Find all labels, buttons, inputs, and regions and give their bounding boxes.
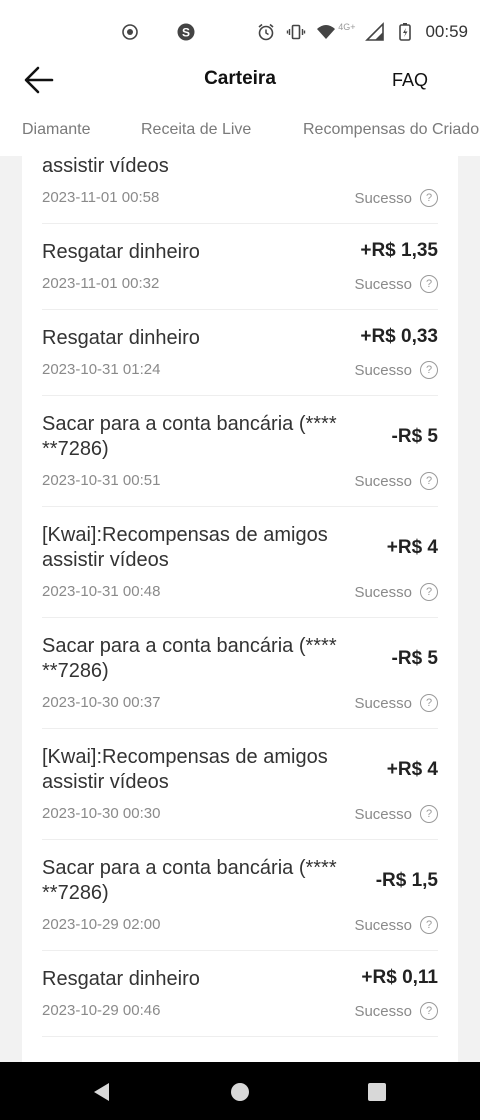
help-icon[interactable]: ?: [420, 1002, 438, 1020]
list-item[interactable]: -R$ 1,5 Sacar para a conta bancária (****…: [42, 840, 438, 951]
faq-link[interactable]: FAQ: [392, 70, 428, 91]
transaction-date: 2023-10-29 00:46: [42, 1002, 161, 1019]
transaction-date: 2023-10-29 02:00: [42, 916, 161, 933]
transaction-date: 2023-10-31 00:51: [42, 472, 161, 489]
transaction-status: Sucesso?: [354, 583, 438, 601]
status-label: Sucesso: [354, 361, 412, 379]
status-label: Sucesso: [354, 1002, 412, 1020]
status-label: Sucesso: [354, 583, 412, 601]
vibrate-icon: [286, 24, 306, 40]
transaction-date: 2023-10-30 00:30: [42, 805, 161, 822]
home-circle-icon[interactable]: [230, 1082, 250, 1102]
help-icon[interactable]: ?: [420, 361, 438, 379]
help-icon[interactable]: ?: [420, 694, 438, 712]
s-app-icon: S: [177, 23, 195, 41]
transaction-amount: -R$ 1,5: [375, 870, 438, 891]
system-navigation-bar: [0, 1062, 480, 1120]
transaction-amount: +R$ 4: [386, 759, 438, 780]
status-label: Sucesso: [354, 805, 412, 823]
status-bar: S 4G+ 00:59: [0, 0, 480, 64]
status-time: 00:59: [425, 22, 468, 41]
transaction-amount: +R$ 1,35: [360, 240, 438, 261]
transaction-description: assistir vídeos: [42, 156, 169, 177]
status-label: Sucesso: [354, 694, 412, 712]
wifi-icon: [317, 25, 336, 39]
signal-icon: [365, 22, 385, 41]
svg-text:S: S: [182, 26, 190, 40]
transaction-description: [Kwai]:Recompensas de amigos assistir ví…: [42, 524, 328, 571]
transaction-description: Sacar para a conta bancária (**** **7286…: [42, 413, 337, 460]
list-item[interactable]: +R$ 4 [Kwai]:Recompensas de amigos assist…: [42, 729, 438, 840]
help-icon[interactable]: ?: [420, 583, 438, 601]
transaction-description: Sacar para a conta bancária (**** **7286…: [42, 635, 337, 682]
app-header: Carteira FAQ: [0, 56, 480, 106]
help-icon[interactable]: ?: [420, 916, 438, 934]
transaction-status: Sucesso?: [354, 694, 438, 712]
status-label: Sucesso: [354, 189, 412, 207]
list-item[interactable]: +R$ 1,35 Resgatar dinheiro 2023-11-01 00:3…: [42, 224, 438, 310]
transaction-description: Resgatar dinheiro: [42, 327, 200, 349]
transaction-card: assistir vídeos 2023-11-01 00:58 Sucesso…: [22, 156, 458, 1062]
help-icon[interactable]: ?: [420, 275, 438, 293]
transaction-date: 2023-11-01 00:32: [42, 275, 160, 292]
help-icon[interactable]: ?: [420, 805, 438, 823]
status-label: Sucesso: [354, 275, 412, 293]
wallet-tabs: Diamante Receita de Live Recompensas do …: [0, 106, 480, 156]
transaction-description: [Kwai]:Recompensas de amigos assistir ví…: [42, 746, 328, 793]
transaction-status: Sucesso?: [354, 805, 438, 823]
transaction-date: 2023-10-30 00:37: [42, 694, 161, 711]
help-icon[interactable]: ?: [420, 189, 438, 207]
transaction-status: Sucesso?: [354, 1002, 438, 1020]
transaction-amount: +R$ 0,33: [360, 326, 438, 347]
tab-diamante[interactable]: Diamante: [22, 121, 90, 139]
transaction-description: Sacar para a conta bancária (**** **7286…: [42, 857, 337, 904]
transaction-amount: +R$ 4: [386, 537, 438, 558]
transaction-list-area: assistir vídeos 2023-11-01 00:58 Sucesso…: [0, 156, 480, 1062]
transaction-amount: -R$ 5: [391, 426, 438, 447]
transaction-date: 2023-10-31 01:24: [42, 361, 161, 378]
list-item[interactable]: -R$ 5 Sacar para a conta bancária (**** *…: [42, 396, 438, 507]
list-item[interactable]: -R$ 5 Sacar para a conta bancária (**** *…: [42, 618, 438, 729]
transaction-date: 2023-11-01 00:58: [42, 189, 160, 206]
tab-recompensas-do-criador[interactable]: Recompensas do Criador: [303, 121, 480, 139]
alarm-icon: [258, 23, 274, 41]
transaction-date: 2023-10-31 00:48: [42, 583, 161, 600]
tab-receita-de-live[interactable]: Receita de Live: [141, 121, 251, 139]
list-item[interactable]: +R$ 0,11 Resgatar dinheiro 2023-10-29 00:4…: [42, 951, 438, 1037]
transaction-description: Resgatar dinheiro: [42, 968, 200, 990]
recents-square-icon[interactable]: [367, 1082, 387, 1102]
battery-icon: [399, 23, 412, 41]
transaction-status: Sucesso ?: [354, 189, 438, 207]
network-type-label: 4G+: [338, 22, 356, 32]
status-label: Sucesso: [354, 472, 412, 490]
record-icon: [122, 24, 138, 40]
status-label: Sucesso: [354, 916, 412, 934]
list-item[interactable]: +R$ 4 [Kwai]:Recompensas de amigos assist…: [42, 507, 438, 618]
transaction-status: Sucesso?: [354, 275, 438, 293]
transaction-amount: +R$ 0,11: [361, 967, 438, 988]
transaction-status: Sucesso?: [354, 361, 438, 379]
list-item[interactable]: +R$ 0,33 Resgatar dinheiro 2023-10-31 01:2…: [42, 310, 438, 396]
help-icon[interactable]: ?: [420, 472, 438, 490]
transaction-amount: -R$ 5: [391, 648, 438, 669]
transaction-status: Sucesso?: [354, 916, 438, 934]
transaction-status: Sucesso?: [354, 472, 438, 490]
list-item[interactable]: assistir vídeos 2023-11-01 00:58 Sucesso…: [42, 156, 438, 224]
back-triangle-icon[interactable]: [92, 1082, 112, 1102]
transaction-description: Resgatar dinheiro: [42, 241, 200, 263]
